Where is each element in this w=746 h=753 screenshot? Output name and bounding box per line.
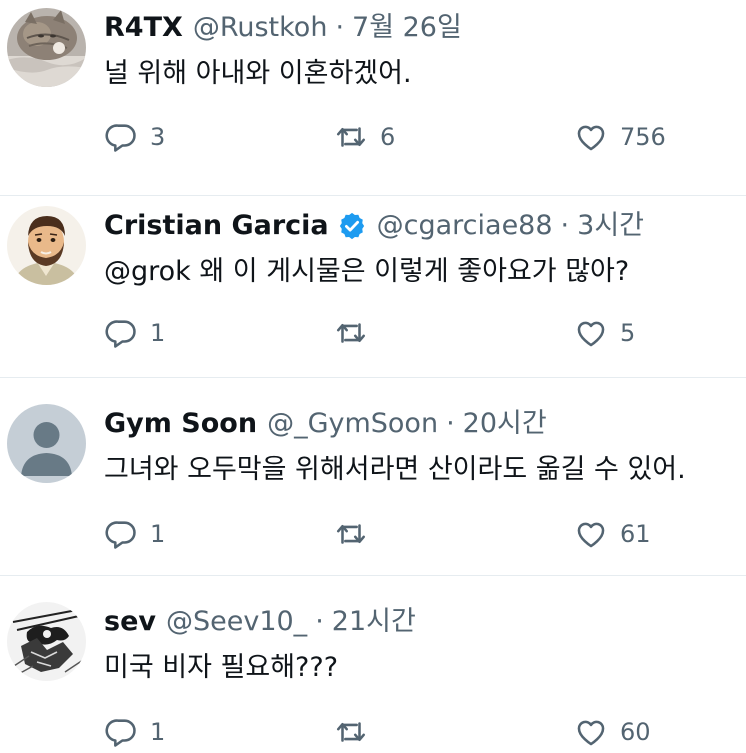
manga-sketch-avatar — [7, 602, 86, 681]
avatar[interactable] — [7, 404, 86, 483]
tweet-header: sev @Seev10_ · 21시간 — [104, 602, 416, 642]
tweet[interactable]: R4TX @Rustkoh · 7월 26일 널 위해 아내와 이혼하겠어. 3… — [0, 0, 746, 196]
like-count: 60 — [620, 718, 651, 746]
separator-dot: · — [315, 606, 324, 637]
reply-icon — [105, 124, 136, 152]
reply-icon — [105, 320, 136, 348]
timestamp[interactable]: 21시간 — [332, 602, 416, 642]
retweet-icon — [336, 323, 366, 343]
reply-icon — [105, 719, 136, 747]
retweet-button[interactable] — [334, 313, 380, 353]
tweet-text: @grok 왜 이 게시물은 이렇게 좋아요가 많아? — [104, 256, 630, 287]
handle[interactable]: @Rustkoh — [193, 8, 328, 48]
retweet-button[interactable] — [334, 712, 380, 752]
handle[interactable]: @_GymSoon — [267, 404, 438, 444]
tweet-header: R4TX @Rustkoh · 7월 26일 — [104, 8, 462, 48]
like-icon — [577, 125, 605, 151]
handle[interactable]: @Seev10_ — [166, 602, 307, 642]
reply-button[interactable]: 1 — [104, 514, 165, 554]
display-name[interactable]: Cristian Garcia — [104, 206, 329, 246]
like-icon — [577, 720, 605, 746]
avatar[interactable] — [7, 602, 86, 681]
retweet-button[interactable] — [334, 514, 380, 554]
tweet-text: 널 위해 아내와 이혼하겠어. — [104, 58, 412, 89]
separator-dot: · — [335, 12, 345, 43]
separator-dot: · — [560, 210, 570, 241]
reply-icon — [105, 521, 136, 549]
separator-dot: · — [446, 408, 455, 439]
display-name[interactable]: R4TX — [104, 8, 183, 48]
handle[interactable]: @cgarciae88 — [377, 206, 553, 246]
like-icon — [577, 522, 605, 548]
reply-button[interactable]: 1 — [104, 313, 165, 353]
timestamp[interactable]: 3시간 — [577, 206, 644, 246]
tweet[interactable]: Cristian Garcia @cgarciae88 · 3시간 @grok … — [0, 180, 746, 378]
retweet-count: 6 — [380, 123, 396, 151]
avatar[interactable] — [7, 8, 86, 87]
verified-badge-icon — [337, 211, 367, 241]
cat-photo-avatar — [7, 8, 86, 87]
retweet-icon — [336, 524, 366, 544]
like-button[interactable]: 60 — [574, 712, 651, 752]
display-name[interactable]: sev — [104, 602, 156, 642]
retweet-button[interactable]: 6 — [334, 117, 395, 157]
tweet-header: Cristian Garcia @cgarciae88 · 3시간 — [104, 206, 644, 246]
bearded-man-avatar — [7, 206, 86, 285]
tweet[interactable]: Gym Soon @_GymSoon · 20시간 그녀와 오두막을 위해서라면… — [0, 378, 746, 576]
reply-count: 1 — [150, 520, 166, 548]
reply-count: 1 — [150, 718, 166, 746]
avatar[interactable] — [7, 206, 86, 285]
display-name[interactable]: Gym Soon — [104, 404, 257, 444]
like-count: 756 — [620, 123, 666, 151]
reply-count: 1 — [150, 319, 166, 347]
reply-button[interactable]: 3 — [104, 117, 165, 157]
tweet[interactable]: sev @Seev10_ · 21시간 미국 비자 필요해??? 1 60 — [0, 576, 746, 753]
like-count: 61 — [620, 520, 651, 548]
default-profile-avatar — [7, 404, 86, 483]
like-button[interactable]: 61 — [574, 514, 651, 554]
like-button[interactable]: 5 — [574, 313, 635, 353]
reply-button[interactable]: 1 — [104, 712, 165, 752]
tweet-text: 미국 비자 필요해??? — [104, 652, 339, 683]
timestamp[interactable]: 20시간 — [463, 404, 547, 444]
like-icon — [577, 321, 605, 347]
reply-count: 3 — [150, 123, 166, 151]
reply-feed: R4TX @Rustkoh · 7월 26일 널 위해 아내와 이혼하겠어. 3… — [0, 0, 746, 753]
retweet-icon — [336, 127, 366, 147]
timestamp[interactable]: 7월 26일 — [352, 8, 462, 48]
tweet-text: 그녀와 오두막을 위해서라면 산이라도 옮길 수 있어. — [104, 454, 686, 485]
retweet-icon — [336, 722, 366, 742]
like-count: 5 — [620, 319, 636, 347]
like-button[interactable]: 756 — [574, 117, 666, 157]
tweet-header: Gym Soon @_GymSoon · 20시간 — [104, 404, 547, 444]
